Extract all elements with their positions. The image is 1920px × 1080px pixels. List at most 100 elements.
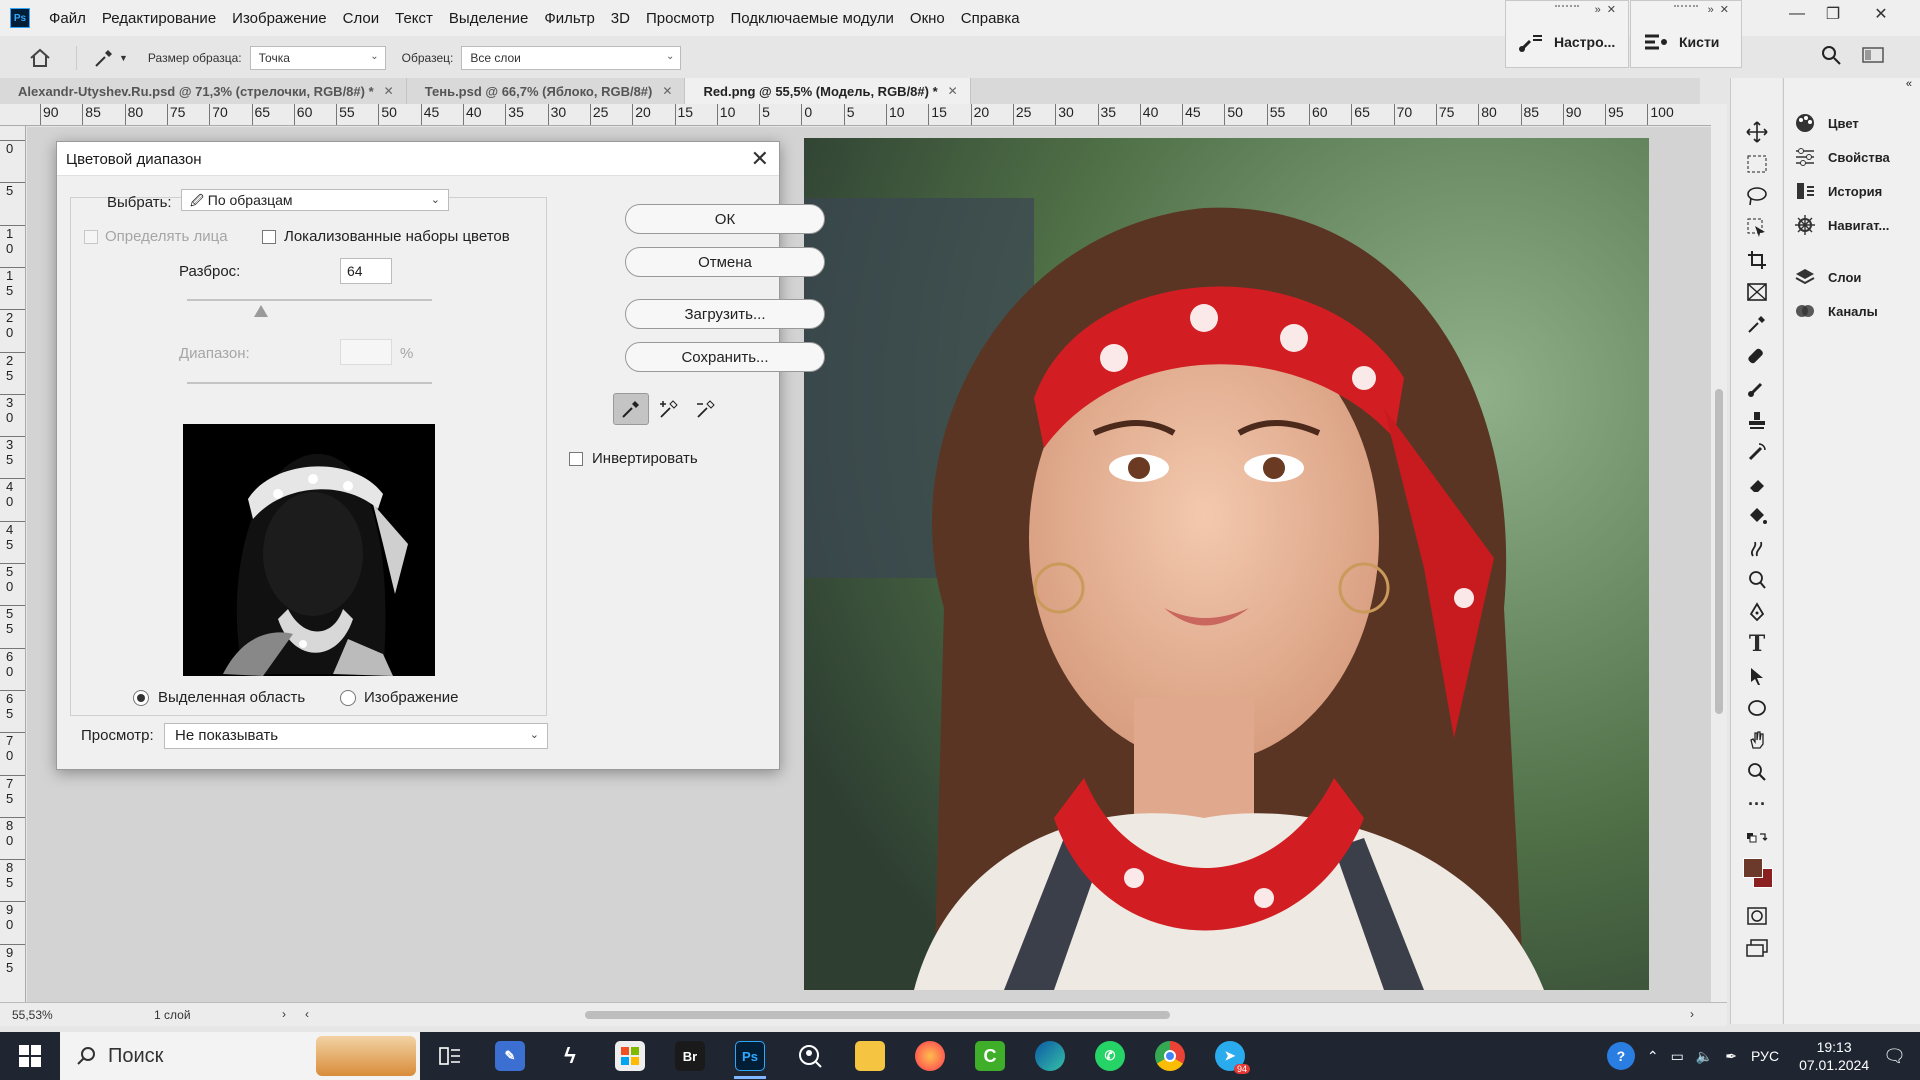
paint-bucket-tool-icon[interactable] bbox=[1745, 504, 1769, 528]
range-input[interactable] bbox=[340, 339, 392, 365]
brush-tool-icon[interactable] bbox=[1745, 376, 1769, 400]
lasso-tool-icon[interactable] bbox=[1745, 184, 1769, 208]
maximize-button[interactable]: ❐ bbox=[1810, 0, 1856, 28]
taskbar-app-whatsapp[interactable]: ✆ bbox=[1086, 1032, 1134, 1080]
screen-mode-icon[interactable] bbox=[1745, 936, 1769, 960]
taskbar-app-firefox[interactable] bbox=[906, 1032, 954, 1080]
taskbar-app-telegram[interactable]: ➤ 94 bbox=[1206, 1032, 1254, 1080]
detect-faces-checkbox[interactable] bbox=[84, 230, 98, 244]
range-slider-track[interactable] bbox=[187, 382, 432, 384]
scroll-left-icon[interactable]: ‹ bbox=[305, 1007, 309, 1021]
start-button[interactable] bbox=[0, 1032, 60, 1080]
tab-document-3[interactable]: Red.png @ 55,5% (Модель, RGB/8#) * ✕ bbox=[685, 78, 971, 104]
panel-properties[interactable]: Свойства bbox=[1794, 146, 1890, 168]
menu-help[interactable]: Справка bbox=[953, 10, 1028, 27]
document-image[interactable] bbox=[804, 138, 1649, 990]
brushes-mini-panel[interactable]: »✕ Кисти bbox=[1630, 0, 1742, 68]
dodge-tool-icon[interactable] bbox=[1745, 568, 1769, 592]
menu-view[interactable]: Просмотр bbox=[638, 10, 723, 27]
ok-button[interactable]: ОК bbox=[625, 204, 825, 234]
scroll-thumb[interactable] bbox=[1715, 389, 1723, 714]
language-indicator[interactable]: РУС bbox=[1751, 1048, 1779, 1064]
menu-edit[interactable]: Редактирование bbox=[94, 10, 224, 27]
menu-select[interactable]: Выделение bbox=[441, 10, 536, 27]
volume-icon[interactable]: 🔈 bbox=[1696, 1048, 1713, 1065]
quick-mask-icon[interactable] bbox=[1745, 904, 1769, 928]
invert-checkbox[interactable] bbox=[569, 452, 583, 466]
chevron-up-icon[interactable]: ⌃ bbox=[1647, 1048, 1659, 1065]
panel-collapse-close-buttons[interactable]: »✕ bbox=[1595, 3, 1622, 16]
search-icon[interactable] bbox=[1820, 44, 1842, 69]
taskbar-app-camtasia[interactable]: C bbox=[966, 1032, 1014, 1080]
brush-settings-mini-panel[interactable]: »✕ Настро... bbox=[1505, 0, 1629, 68]
eyedropper-sample-icon[interactable] bbox=[613, 393, 649, 425]
pen-tool-icon[interactable] bbox=[1745, 600, 1769, 624]
close-icon[interactable]: ✕ bbox=[662, 84, 672, 98]
home-icon[interactable] bbox=[20, 48, 60, 68]
frame-tool-icon[interactable] bbox=[1745, 280, 1769, 304]
menu-type[interactable]: Текст bbox=[387, 10, 441, 27]
menu-window[interactable]: Окно bbox=[902, 10, 953, 27]
selection-radio[interactable] bbox=[133, 690, 149, 706]
vertical-ruler[interactable]: 0 5 10 15 20 25 30 35 40 45 50 55 60 65 70 75 80 85 90 95 bbox=[0, 126, 26, 1002]
menu-layers[interactable]: Слои bbox=[335, 10, 387, 27]
sample-size-select[interactable]: Точка ⌄ bbox=[249, 46, 386, 70]
marquee-tool-icon[interactable] bbox=[1745, 152, 1769, 176]
close-icon[interactable]: ✕ bbox=[948, 84, 958, 98]
color-swatches[interactable] bbox=[1743, 858, 1773, 888]
clock[interactable]: 19:13 07.01.2024 bbox=[1799, 1038, 1869, 1074]
object-selection-tool-icon[interactable] bbox=[1745, 216, 1769, 240]
tab-document-2[interactable]: Тень.psd @ 66,7% (Яблоко, RGB/8#) ✕ bbox=[407, 78, 686, 104]
taskbar-app-search[interactable] bbox=[786, 1032, 834, 1080]
cancel-button[interactable]: Отмена bbox=[625, 247, 825, 277]
horizontal-ruler[interactable]: 90 85 80 75 70 65 60 55 50 45 40 35 30 25 20 15 10 5 0 5 10 1… bbox=[0, 104, 1712, 126]
ellipse-tool-icon[interactable] bbox=[1745, 696, 1769, 720]
eyedropper-tool-preset[interactable]: ▼ bbox=[93, 47, 128, 69]
crop-tool-icon[interactable] bbox=[1745, 248, 1769, 272]
help-icon[interactable]: ? bbox=[1606, 1042, 1635, 1070]
taskbar-app-tool[interactable]: ϟ bbox=[546, 1032, 594, 1080]
swap-colors-icon[interactable] bbox=[1745, 826, 1769, 850]
more-tools-icon[interactable]: ··· bbox=[1745, 792, 1769, 816]
eyedropper-subtract-icon[interactable] bbox=[689, 393, 725, 425]
panel-channels[interactable]: Каналы bbox=[1794, 300, 1878, 322]
panel-history[interactable]: История bbox=[1794, 180, 1882, 202]
select-dropdown[interactable]: 🖉 По образцам ⌄ bbox=[181, 189, 449, 211]
zoom-tool-icon[interactable] bbox=[1745, 760, 1769, 784]
scroll-right-icon[interactable]: › bbox=[1690, 1007, 1694, 1021]
move-tool-icon[interactable] bbox=[1745, 120, 1769, 144]
panel-grip[interactable] bbox=[1674, 5, 1698, 8]
menu-image[interactable]: Изображение bbox=[224, 10, 335, 27]
menu-filter[interactable]: Фильтр bbox=[536, 10, 602, 27]
pen-icon[interactable]: ✒ bbox=[1725, 1048, 1737, 1065]
sample-select[interactable]: Все слои ⌄ bbox=[461, 46, 682, 70]
close-icon[interactable]: ✕ bbox=[751, 146, 769, 172]
type-tool-icon[interactable]: T bbox=[1745, 631, 1769, 657]
taskbar-app-explorer[interactable] bbox=[846, 1032, 894, 1080]
menu-3d[interactable]: 3D bbox=[603, 10, 638, 27]
taskbar-app-chrome[interactable] bbox=[1146, 1032, 1194, 1080]
panel-navigator[interactable]: Навигат... bbox=[1794, 214, 1889, 236]
eyedropper-tool-icon[interactable] bbox=[1745, 312, 1769, 336]
network-icon[interactable]: ▭ bbox=[1671, 1048, 1684, 1065]
fuzziness-input[interactable]: 64 bbox=[340, 258, 392, 284]
taskbar-search[interactable]: Поиск bbox=[60, 1032, 420, 1080]
panel-collapse-close-buttons[interactable]: »✕ bbox=[1708, 3, 1735, 16]
taskbar-app-store[interactable] bbox=[606, 1032, 654, 1080]
history-brush-tool-icon[interactable] bbox=[1745, 440, 1769, 464]
eyedropper-add-icon[interactable] bbox=[652, 393, 688, 425]
taskbar-app-edge[interactable] bbox=[1026, 1032, 1074, 1080]
panel-color[interactable]: Цвет bbox=[1794, 112, 1859, 134]
eraser-tool-icon[interactable] bbox=[1745, 472, 1769, 496]
dialog-titlebar[interactable]: Цветовой диапазон ✕ bbox=[57, 142, 779, 176]
tab-document-1[interactable]: Alexandr-Utyshev.Ru.psd @ 71,3% (стрелоч… bbox=[0, 78, 407, 104]
chevron-right-icon[interactable]: › bbox=[282, 1007, 286, 1021]
workspace-switcher-icon[interactable] bbox=[1862, 46, 1886, 67]
foreground-color-swatch[interactable] bbox=[1743, 858, 1763, 878]
menu-plugins[interactable]: Подключаемые модули bbox=[722, 10, 901, 27]
horizontal-scroll-thumb[interactable] bbox=[585, 1011, 1170, 1019]
close-window-button[interactable]: ✕ bbox=[1858, 0, 1904, 28]
panel-layers[interactable]: Слои bbox=[1794, 266, 1861, 288]
panel-grip[interactable] bbox=[1555, 5, 1579, 8]
clone-stamp-tool-icon[interactable] bbox=[1745, 408, 1769, 432]
